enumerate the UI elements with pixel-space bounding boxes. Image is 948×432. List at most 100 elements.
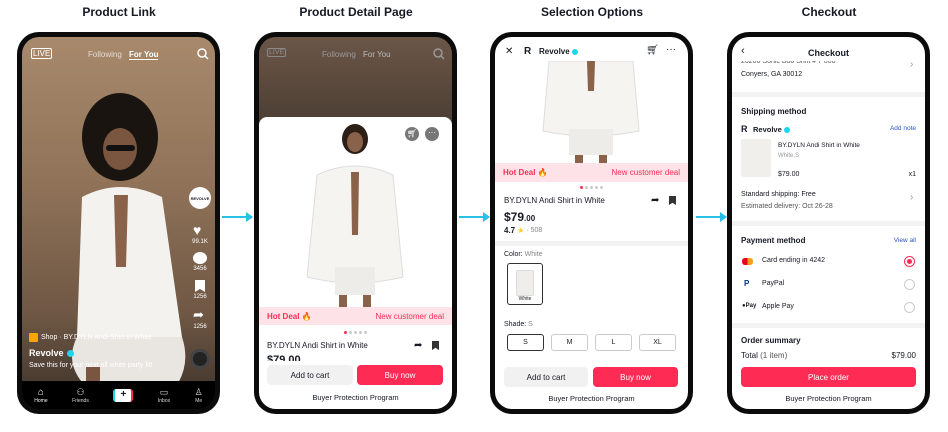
store-name-label: Revolve (753, 125, 782, 134)
radio-unselected[interactable] (904, 279, 915, 290)
profile-icon: ♙ (194, 386, 203, 397)
chevron-right-icon[interactable]: › (910, 59, 913, 70)
buy-now-button[interactable]: Buy now (357, 365, 443, 385)
size-option-l[interactable]: L (595, 334, 632, 351)
divider (732, 92, 925, 97)
title-product-link: Product Link (82, 5, 156, 19)
add-to-cart-button[interactable]: Add to cart (504, 367, 588, 387)
title-checkout: Checkout (801, 5, 857, 19)
product-price: $79.00 (504, 208, 535, 226)
tab-for-you: For You (363, 50, 391, 59)
payment-option-card[interactable]: Card ending in 4242 (732, 254, 925, 272)
payment-label: PayPal (762, 280, 785, 287)
address-line-2: Conyers, GA 30012 (741, 71, 803, 78)
bottom-nav: ⌂ Home ⚇ Friends + ▭ Inbox ♙ Me (22, 381, 215, 409)
checkout-screen: ‹ Checkout 20200 Sonic Boo Shift # 7 000… (732, 37, 925, 409)
tab-following[interactable]: Following (88, 50, 122, 59)
verified-icon (66, 349, 74, 357)
divider (495, 241, 688, 246)
brand-avatar[interactable]: REVOLVE (189, 187, 211, 209)
view-all-link[interactable]: View all (894, 237, 916, 244)
size-option-xl[interactable]: XL (639, 334, 676, 351)
item-price: $79.00 (778, 171, 800, 178)
total-items: (1 item) (760, 351, 788, 360)
new-customer-label: New customer deal (375, 311, 444, 321)
phone-checkout: ‹ Checkout 20200 Sonic Boo Shift # 7 000… (727, 32, 930, 414)
divider (732, 221, 925, 226)
cart-icon[interactable]: 🛒︎ (646, 45, 659, 56)
radio-unselected[interactable] (904, 302, 915, 313)
tab-for-you[interactable]: For You (129, 50, 159, 60)
video-feed[interactable]: LIVE Following For You REVOLVE ♥ 99.1K 3… (22, 37, 215, 409)
buy-now-button[interactable]: Buy now (593, 367, 678, 387)
flow-arrow (696, 212, 727, 222)
nav-friends-label: Friends (72, 397, 89, 404)
comment-count: 3456 (193, 266, 207, 272)
price-dollars: $79 (504, 210, 525, 224)
nav-friends[interactable]: ⚇ Friends (72, 387, 89, 404)
buyer-protection[interactable]: Buyer Protection Program (732, 394, 925, 403)
shop-link[interactable]: Shop · BY.DYLN Andi Shirt in White (29, 333, 152, 342)
share-icon[interactable]: ➦ (414, 340, 422, 351)
nav-home[interactable]: ⌂ Home (34, 387, 47, 404)
product-image[interactable] (535, 61, 647, 163)
payment-label: Card ending in 4242 (762, 257, 826, 264)
phone-selection-options: ✕ R Revolve 🛒︎ ··· Hot Deal 🔥 New custom… (490, 32, 693, 414)
product-image[interactable] (299, 117, 411, 307)
nav-me[interactable]: ♙ Me (195, 387, 203, 404)
more-icon[interactable]: ··· (425, 127, 439, 141)
chevron-right-icon[interactable]: › (910, 192, 913, 203)
item-thumbnail (741, 139, 771, 177)
color-value: White (524, 251, 543, 258)
nav-me-label: Me (195, 397, 203, 404)
live-icon[interactable]: LIVE (31, 48, 53, 59)
music-disc-icon[interactable] (190, 349, 210, 369)
payment-option-paypal[interactable]: P PayPal (732, 277, 925, 295)
close-icon[interactable]: ✕ (505, 46, 513, 57)
shade-value: S (528, 321, 533, 328)
payment-label: Apple Pay (762, 303, 794, 310)
shade-label: Shade: (504, 321, 527, 328)
size-option-s[interactable]: S (507, 334, 544, 351)
video-caption: Save this for your next all white party … (29, 362, 153, 369)
radio-selected[interactable] (904, 256, 915, 267)
inbox-icon: ▭ (159, 386, 169, 397)
item-variant: White,S (778, 153, 800, 159)
rating-row[interactable]: 4.7 ★ · 508 (504, 226, 542, 235)
bookmark-icon[interactable] (669, 196, 676, 205)
verified-icon (783, 126, 790, 133)
shipping-header: Shipping method (741, 107, 807, 116)
cart-icon[interactable]: 🛒︎ (405, 127, 419, 141)
shipping-delivery: Estimated delivery: Oct 26-28 (741, 203, 833, 210)
share-icon[interactable]: ➦ (651, 195, 659, 206)
nav-inbox[interactable]: ▭ Inbox (158, 387, 170, 404)
address-line-1: 20200 Sonic Boo Shift # 7 000 (741, 61, 836, 65)
payment-option-applepay[interactable]: ●Pay Apple Pay (732, 300, 925, 318)
more-icon[interactable]: ··· (666, 44, 676, 55)
buyer-protection[interactable]: Buyer Protection Program (259, 393, 452, 402)
deal-banner: Hot Deal 🔥 New customer deal (495, 163, 688, 182)
bookmark-icon[interactable] (432, 341, 439, 350)
search-icon[interactable] (197, 48, 209, 60)
item-qty: x1 (908, 171, 916, 178)
phone-product-detail: LIVE Following For You 🛒︎ ··· Hot Deal 🔥… (254, 32, 457, 414)
store-name[interactable]: Revolve (539, 47, 578, 56)
item-name: BY.DYLN Andi Shirt in White (778, 142, 860, 149)
add-to-cart-button[interactable]: Add to cart (267, 365, 353, 385)
comment-icon[interactable] (193, 252, 207, 264)
summary-header: Order summary (741, 336, 801, 345)
add-note-link[interactable]: Add note (890, 125, 916, 132)
color-swatch-white[interactable]: White (507, 263, 543, 305)
color-label: Color: (504, 251, 523, 258)
username-row[interactable]: Revolve (29, 348, 74, 358)
place-order-button[interactable]: Place order (741, 367, 916, 387)
buyer-protection[interactable]: Buyer Protection Program (495, 394, 688, 403)
create-plus-icon[interactable]: + (113, 388, 134, 402)
pdp-screen: LIVE Following For You 🛒︎ ··· Hot Deal 🔥… (259, 37, 452, 409)
divider (732, 323, 925, 328)
like-count: 99.1K (192, 239, 208, 245)
size-option-m[interactable]: M (551, 334, 588, 351)
share-icon[interactable]: ➦ (193, 307, 204, 323)
color-label-row: Color: White (504, 251, 543, 258)
heart-icon[interactable]: ♥ (193, 222, 201, 238)
